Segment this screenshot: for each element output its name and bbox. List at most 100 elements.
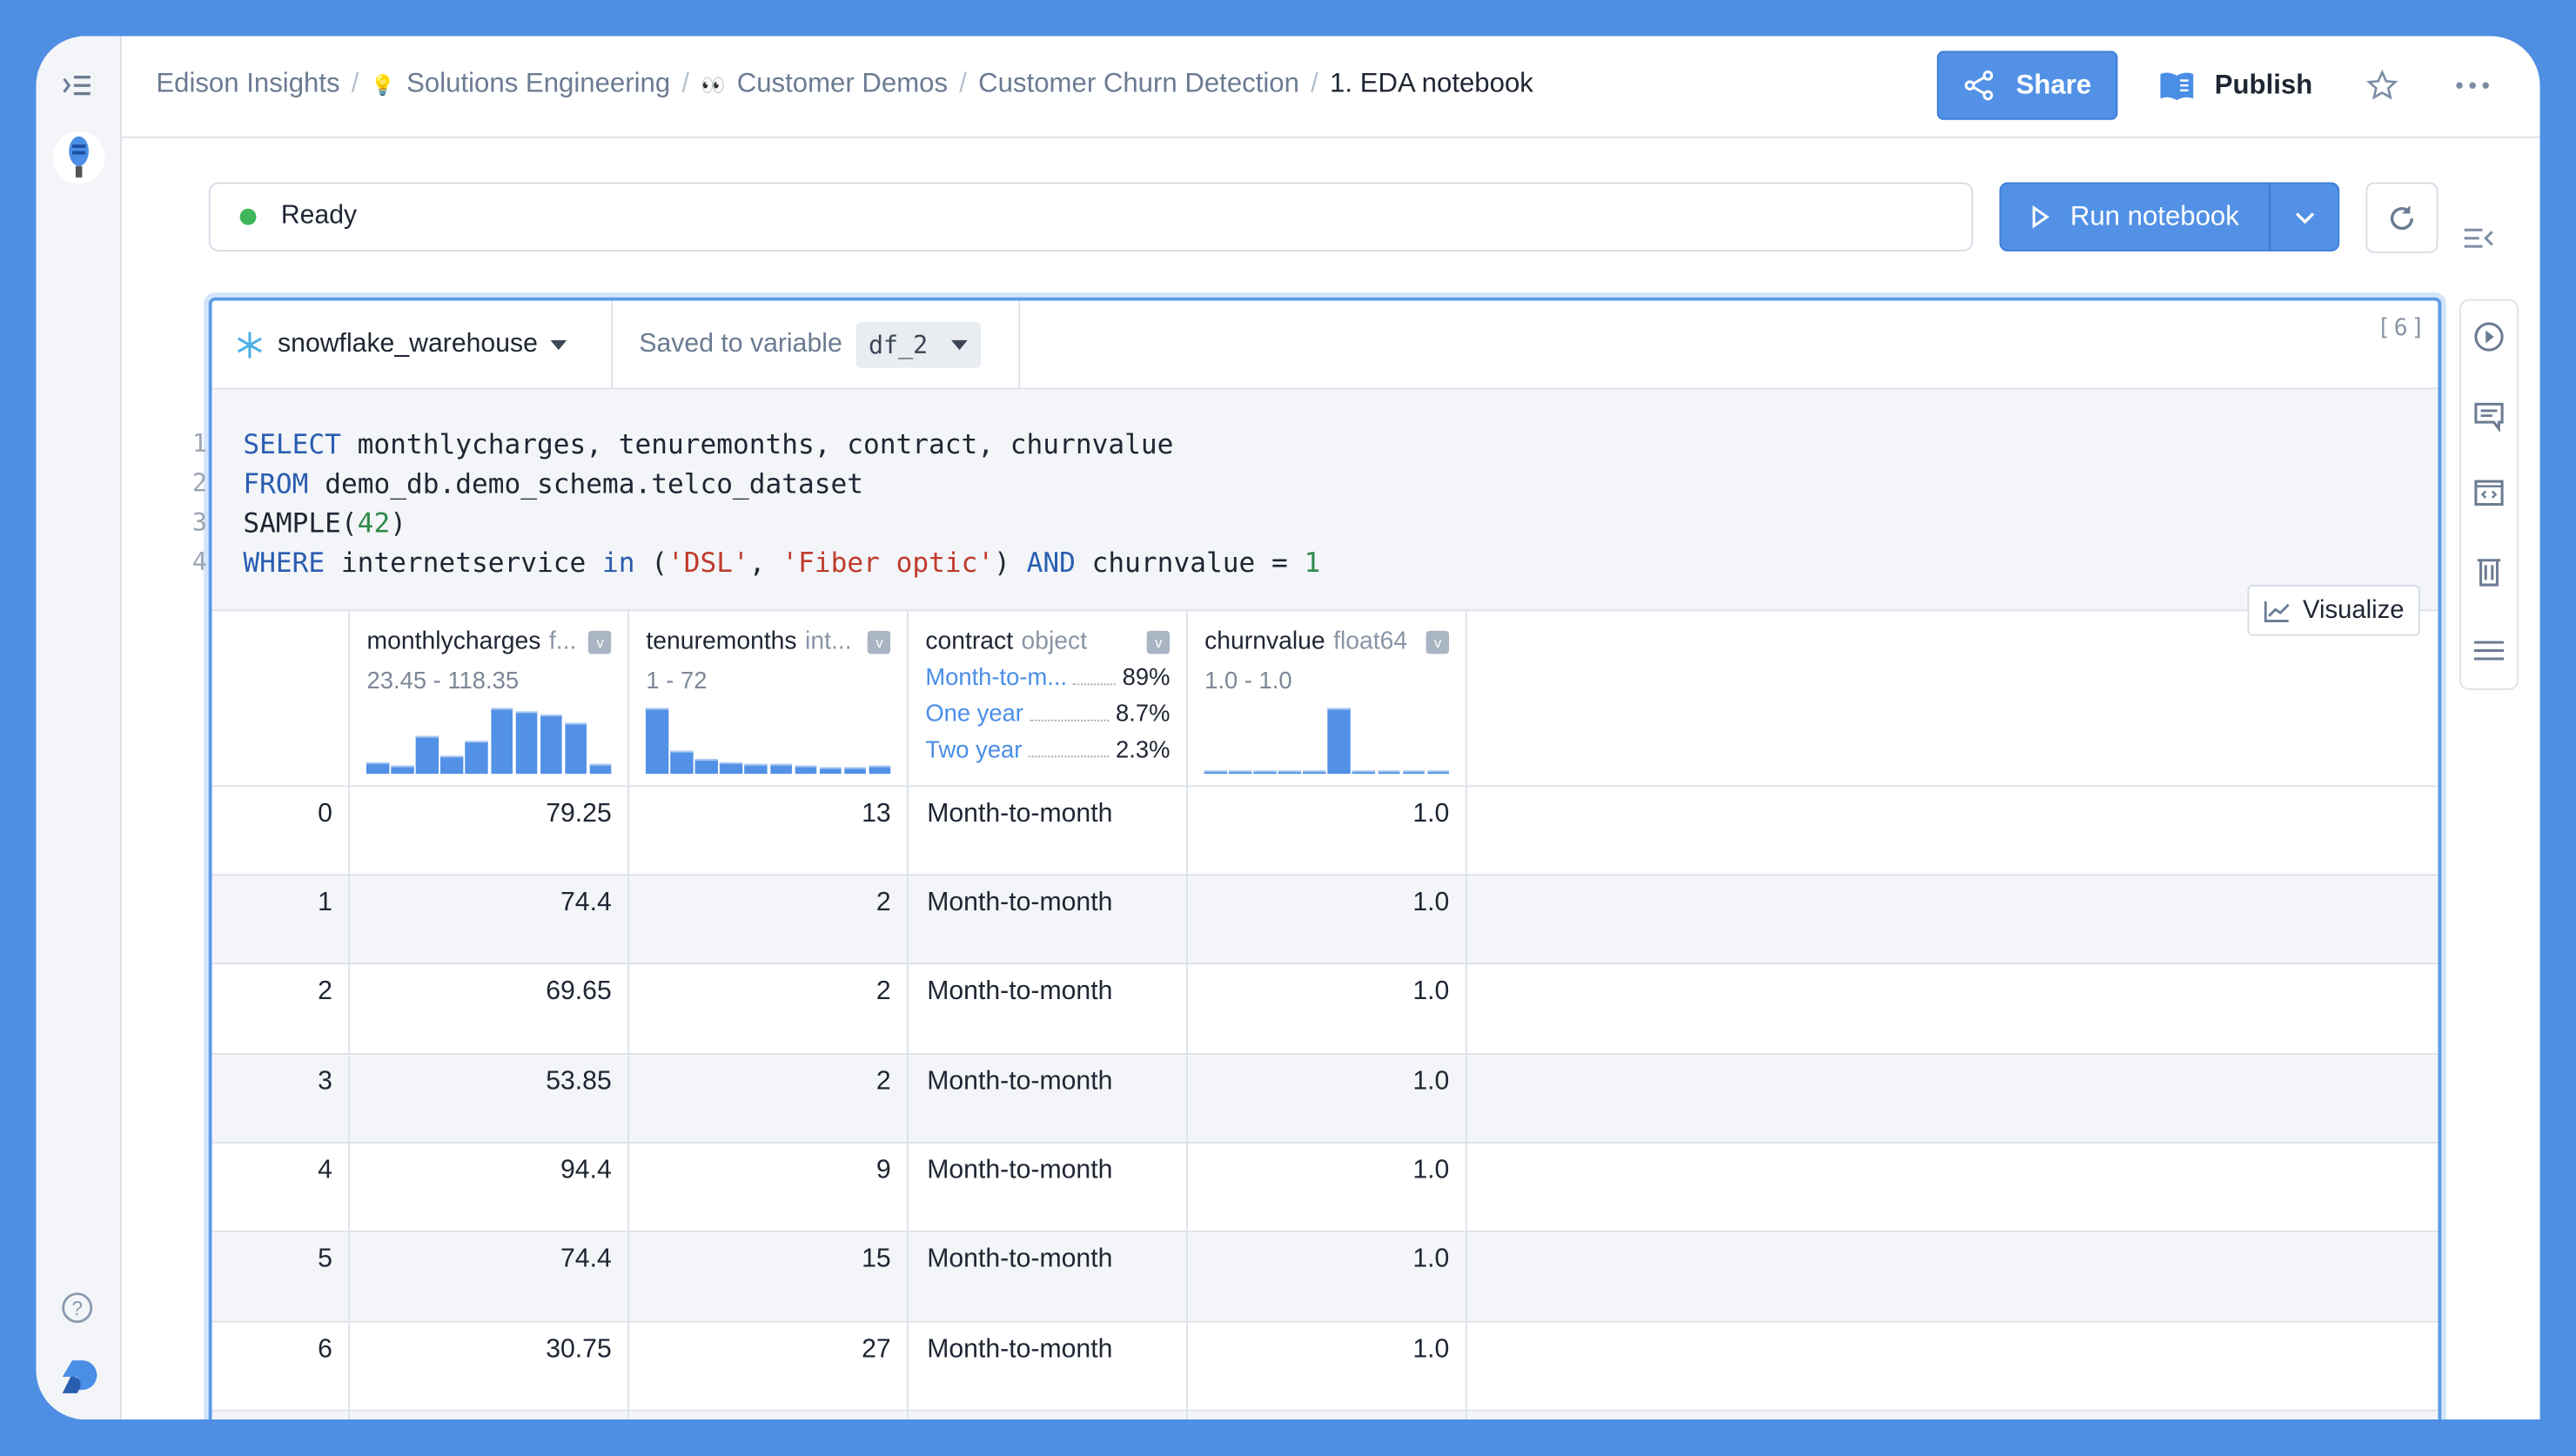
datasource-selector[interactable]: snowflake_warehouse: [212, 300, 614, 388]
table-row[interactable]: 4 94.4 9 Month-to-month 1.0: [211, 1143, 2438, 1233]
column-range: 23.45 - 118.35: [366, 668, 520, 695]
table-cell[interactable]: 30.75: [349, 1321, 630, 1412]
table-cell[interactable]: 1.0: [1187, 1143, 1468, 1233]
code-keyword: AND: [1026, 547, 1076, 579]
collapse-outline-icon[interactable]: [2463, 227, 2496, 250]
table-cell[interactable]: 2: [628, 963, 909, 1055]
table-cell[interactable]: 2: [628, 1053, 909, 1144]
eyes-emoji-icon: 👀: [701, 73, 726, 97]
histogram-bar: [745, 763, 768, 775]
code-block-icon[interactable]: [2472, 476, 2506, 509]
table-row[interactable]: 5 74.4 15 Month-to-month 1.0: [211, 1231, 2438, 1323]
workspace-logo-icon[interactable]: [52, 131, 105, 185]
table-cell[interactable]: 79.25: [349, 785, 630, 876]
column-menu-icon[interactable]: v: [1426, 629, 1450, 654]
table-row[interactable]: 3 53.85 2 Month-to-month 1.0: [211, 1053, 2438, 1144]
table-cell[interactable]: Month-to-month: [908, 785, 1189, 876]
table-cell[interactable]: Month-to-month: [908, 1231, 1189, 1323]
table-row[interactable]: 2 69.65 2 Month-to-month 1.0: [211, 963, 2438, 1055]
column-menu-icon[interactable]: v: [1147, 629, 1171, 654]
table-row[interactable]: [211, 1411, 2438, 1420]
breadcrumb-workspace[interactable]: Edison Insights: [156, 69, 339, 100]
row-index: [211, 1411, 351, 1420]
table-cell[interactable]: [349, 1411, 630, 1420]
breadcrumb-project[interactable]: Customer Churn Detection: [978, 69, 1299, 100]
table-cell[interactable]: 74.4: [349, 875, 630, 965]
run-notebook-button[interactable]: Run notebook: [2001, 184, 2271, 250]
expand-sidebar-icon[interactable]: [61, 72, 94, 98]
table-cell[interactable]: Month-to-month: [908, 1053, 1189, 1144]
table-cell[interactable]: Month-to-month: [908, 1143, 1189, 1233]
play-icon: [2031, 205, 2051, 229]
column-menu-icon[interactable]: v: [868, 629, 891, 654]
table-cell[interactable]: 1.0: [1187, 963, 1468, 1055]
run-options-dropdown[interactable]: [2271, 184, 2338, 250]
table-cell[interactable]: 13: [628, 785, 909, 876]
column-menu-icon[interactable]: v: [588, 629, 612, 654]
column-header-contract[interactable]: contract object v Month-to-m... 89% One yea…: [908, 611, 1189, 787]
table-cell[interactable]: 9: [628, 1143, 909, 1233]
line-number: 3: [191, 507, 207, 538]
menu-icon[interactable]: [2472, 634, 2506, 668]
table-cell[interactable]: 69.65: [349, 963, 630, 1055]
sql-editor[interactable]: SELECT monthlycharges, tenuremonths, con…: [211, 389, 2438, 612]
table-row[interactable]: 1 74.4 2 Month-to-month 1.0: [211, 875, 2438, 965]
help-icon[interactable]: ?: [61, 1292, 94, 1325]
histogram-bar: [440, 755, 464, 775]
column-range: 1 - 72: [646, 668, 708, 695]
code-line: WHERE internetservice in ('DSL', 'Fiber …: [243, 547, 1320, 579]
table-cell[interactable]: 15: [628, 1231, 909, 1323]
table-cell[interactable]: 53.85: [349, 1053, 630, 1144]
share-button[interactable]: Share: [1936, 50, 2118, 120]
table-cell[interactable]: 2: [628, 875, 909, 965]
table-row[interactable]: 6 30.75 27 Month-to-month 1.0: [211, 1321, 2438, 1412]
sql-cell[interactable]: snowflake_warehouse Saved to variable df…: [208, 297, 2442, 1420]
table-cell[interactable]: 1.0: [1187, 1231, 1468, 1323]
column-name: contract: [925, 627, 1014, 656]
more-options-icon[interactable]: [2454, 69, 2491, 102]
code-text: ): [994, 547, 1027, 579]
run-cell-icon[interactable]: [2472, 320, 2506, 353]
column-header-monthlycharges[interactable]: monthlycharges f... v 23.45 - 118.35: [349, 611, 630, 787]
cell-actions-toolbar: [2459, 299, 2519, 690]
column-header-churnvalue[interactable]: churnvalue float64 v 1.0 - 1.0: [1187, 611, 1468, 787]
code-text: ,: [748, 547, 782, 579]
table-cell[interactable]: 74.4: [349, 1231, 630, 1323]
code-line: SAMPLE(42): [243, 507, 406, 539]
variable-name-input[interactable]: df_2: [855, 321, 981, 367]
restart-kernel-button[interactable]: [2365, 182, 2438, 253]
table-cell[interactable]: 1.0: [1187, 875, 1468, 965]
row-index: 5: [211, 1231, 351, 1323]
top-header: Edison Insights / 💡 Solutions Engineerin…: [121, 37, 2540, 138]
table-cell[interactable]: 1.0: [1187, 785, 1468, 876]
histogram-bar: [514, 711, 538, 775]
category-name[interactable]: Month-to-m...: [925, 666, 1067, 692]
comment-icon[interactable]: [2472, 399, 2506, 433]
table-cell[interactable]: 27: [628, 1321, 909, 1412]
breadcrumb-folder[interactable]: Customer Demos: [737, 69, 948, 100]
star-icon[interactable]: [2365, 69, 2398, 102]
code-text: internetservice: [325, 547, 602, 579]
table-cell[interactable]: [628, 1411, 909, 1420]
breadcrumb-team[interactable]: Solutions Engineering: [406, 69, 670, 100]
status-text: Ready: [280, 202, 358, 231]
table-cell[interactable]: Month-to-month: [908, 963, 1189, 1055]
run-notebook-button-group: Run notebook: [1999, 182, 2340, 252]
column-header-tenuremonths[interactable]: tenuremonths int... v 1 - 72: [628, 611, 909, 787]
table-row[interactable]: 0 79.25 13 Month-to-month 1.0: [211, 785, 2438, 876]
code-text: ): [390, 507, 406, 540]
category-name[interactable]: One year: [925, 701, 1023, 728]
table-cell[interactable]: [908, 1411, 1189, 1420]
output-variable: Saved to variable df_2: [613, 300, 1021, 388]
trash-icon[interactable]: [2472, 555, 2506, 588]
table-cell[interactable]: Month-to-month: [908, 1321, 1189, 1412]
category-name[interactable]: Two year: [925, 738, 1022, 764]
table-cell[interactable]: Month-to-month: [908, 875, 1189, 965]
table-cell[interactable]: [1187, 1411, 1468, 1420]
table-cell[interactable]: 1.0: [1187, 1053, 1468, 1144]
histogram-bar: [869, 765, 891, 775]
table-cell[interactable]: 1.0: [1187, 1321, 1468, 1412]
publish-button[interactable]: Publish: [2159, 51, 2312, 120]
histogram-bar: [1253, 771, 1277, 775]
table-cell[interactable]: 94.4: [349, 1143, 630, 1233]
